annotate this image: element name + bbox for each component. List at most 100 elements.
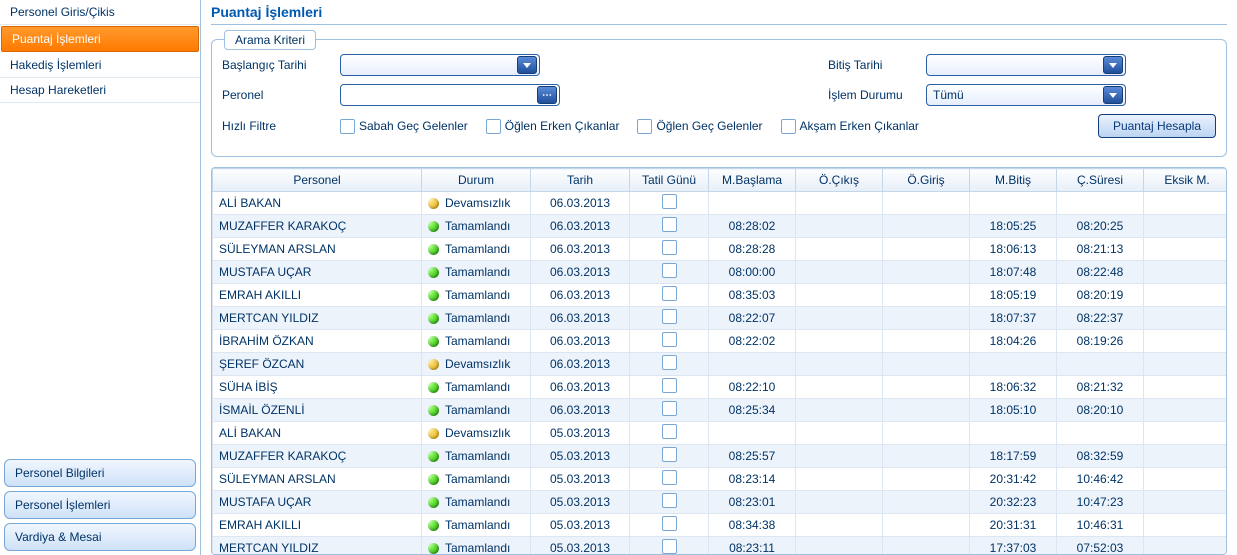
cell-tatil: [630, 353, 709, 376]
table-row[interactable]: İSMAİL ÖZENLİTamamlandı06.03.201308:25:3…: [213, 399, 1228, 422]
cell-mbitis: 18:05:19: [970, 284, 1057, 307]
checkbox-icon[interactable]: [662, 447, 677, 462]
column-header[interactable]: M.Bitiş: [970, 169, 1057, 192]
chevron-down-icon[interactable]: [1103, 86, 1123, 104]
checkbox-icon[interactable]: [662, 332, 677, 347]
table-row[interactable]: MUZAFFER KARAKOÇTamamlandı06.03.201308:2…: [213, 215, 1228, 238]
end-date-combo[interactable]: [926, 54, 1126, 76]
column-header[interactable]: Tarih: [531, 169, 630, 192]
accordion-header[interactable]: Vardiya & Mesai: [4, 523, 196, 551]
cell-mbitis: 20:31:42: [970, 468, 1057, 491]
checkbox-icon[interactable]: [662, 263, 677, 278]
sidebar-item[interactable]: Personel Giris/Çikis: [0, 0, 200, 25]
table-row[interactable]: ALİ BAKANDevamsızlık06.03.2013: [213, 192, 1228, 215]
table-row[interactable]: EMRAH AKILLITamamlandı06.03.201308:35:03…: [213, 284, 1228, 307]
cell-csuresi: 08:22:37: [1057, 307, 1144, 330]
cell-tatil: [630, 445, 709, 468]
cell-personel: SÜLEYMAN ARSLAN: [213, 238, 422, 261]
cell-tatil: [630, 399, 709, 422]
checkbox-icon[interactable]: [662, 516, 677, 531]
cell-eksik: [1144, 238, 1228, 261]
column-header[interactable]: Durum: [422, 169, 531, 192]
cell-eksik: [1144, 376, 1228, 399]
cell-tatil: [630, 307, 709, 330]
cell-ocikis: [796, 215, 883, 238]
checkbox-icon[interactable]: [662, 539, 677, 554]
cell-ogiris: [883, 215, 970, 238]
checkbox-label: Öğlen Erken Çıkanlar: [505, 119, 620, 133]
checkbox-icon[interactable]: [662, 194, 677, 209]
status-dot-icon: [428, 198, 439, 209]
cell-durum: Tamamlandı: [422, 491, 531, 514]
quick-filter-checkbox[interactable]: Öğlen Erken Çıkanlar: [486, 119, 620, 134]
column-header[interactable]: Ö.Çıkış: [796, 169, 883, 192]
checkbox-icon[interactable]: [662, 217, 677, 232]
column-header[interactable]: Ö.Giriş: [883, 169, 970, 192]
quick-filter-checkbox[interactable]: Akşam Erken Çıkanlar: [781, 119, 919, 134]
checkbox-icon: [340, 119, 355, 134]
cell-mbaslama: 08:34:38: [709, 514, 796, 537]
personel-picker[interactable]: ⋯: [340, 84, 560, 106]
cell-mbaslama: 08:35:03: [709, 284, 796, 307]
quick-filter-checkbox[interactable]: Sabah Geç Gelenler: [340, 119, 468, 134]
status-dot-icon: [428, 382, 439, 393]
table-row[interactable]: ŞEREF ÖZCANDevamsızlık06.03.2013: [213, 353, 1228, 376]
checkbox-icon[interactable]: [662, 401, 677, 416]
cell-csuresi: 08:20:10: [1057, 399, 1144, 422]
checkbox-icon[interactable]: [662, 424, 677, 439]
status-dot-icon: [428, 497, 439, 508]
quick-filter-checkbox[interactable]: Öğlen Geç Gelenler: [637, 119, 762, 134]
cell-ocikis: [796, 537, 883, 555]
table-row[interactable]: SÜLEYMAN ARSLANTamamlandı06.03.201308:28…: [213, 238, 1228, 261]
checkbox-icon[interactable]: [662, 240, 677, 255]
app-root: Personel Giris/ÇikisPuantaj İşlemleriHak…: [0, 0, 1237, 555]
cell-durum: Tamamlandı: [422, 330, 531, 353]
table-row[interactable]: MUSTAFA UÇARTamamlandı05.03.201308:23:01…: [213, 491, 1228, 514]
column-header[interactable]: Personel: [213, 169, 422, 192]
accordion-header[interactable]: Personel Bilgileri: [4, 459, 196, 487]
column-header[interactable]: Tatil Günü: [630, 169, 709, 192]
sidebar-item[interactable]: Hakediş İşlemleri: [0, 53, 200, 78]
cell-ocikis: [796, 238, 883, 261]
sidebar-item[interactable]: Hesap Hareketleri: [0, 78, 200, 103]
checkbox-icon[interactable]: [662, 470, 677, 485]
checkbox-icon[interactable]: [662, 355, 677, 370]
cell-ocikis: [796, 330, 883, 353]
chevron-down-icon[interactable]: [517, 56, 537, 74]
cell-ogiris: [883, 399, 970, 422]
checkbox-icon[interactable]: [662, 378, 677, 393]
sidebar-item[interactable]: Puantaj İşlemleri: [1, 26, 199, 52]
start-date-combo[interactable]: [340, 54, 540, 76]
table-row[interactable]: MUSTAFA UÇARTamamlandı06.03.201308:00:00…: [213, 261, 1228, 284]
column-header[interactable]: Eksik M.: [1144, 169, 1228, 192]
column-header[interactable]: M.Başlama: [709, 169, 796, 192]
grid-body: ALİ BAKANDevamsızlık06.03.2013MUZAFFER K…: [213, 192, 1228, 555]
ellipsis-icon[interactable]: ⋯: [537, 86, 557, 104]
cell-tarih: 06.03.2013: [531, 284, 630, 307]
cell-ocikis: [796, 261, 883, 284]
cell-mbitis: 18:06:32: [970, 376, 1057, 399]
accordion-header[interactable]: Personel İşlemleri: [4, 491, 196, 519]
grid-wrap: PersonelDurumTarihTatil GünüM.BaşlamaÖ.Ç…: [211, 167, 1227, 555]
table-row[interactable]: EMRAH AKILLITamamlandı05.03.201308:34:38…: [213, 514, 1228, 537]
table-row[interactable]: SÜLEYMAN ARSLANTamamlandı05.03.201308:23…: [213, 468, 1228, 491]
table-row[interactable]: MUZAFFER KARAKOÇTamamlandı05.03.201308:2…: [213, 445, 1228, 468]
table-row[interactable]: SÜHA İBİŞTamamlandı06.03.201308:22:1018:…: [213, 376, 1228, 399]
table-row[interactable]: İBRAHİM ÖZKANTamamlandı06.03.201308:22:0…: [213, 330, 1228, 353]
table-row[interactable]: ALİ BAKANDevamsızlık05.03.2013: [213, 422, 1228, 445]
status-combo[interactable]: Tümü: [926, 84, 1126, 106]
table-row[interactable]: MERTCAN YILDIZTamamlandı06.03.201308:22:…: [213, 307, 1228, 330]
cell-durum: Tamamlandı: [422, 238, 531, 261]
table-row[interactable]: MERTCAN YILDIZTamamlandı05.03.201308:23:…: [213, 537, 1228, 555]
cell-mbitis: 18:04:26: [970, 330, 1057, 353]
cell-mbitis: 18:05:25: [970, 215, 1057, 238]
checkbox-icon[interactable]: [662, 493, 677, 508]
column-header[interactable]: Ç.Süresi: [1057, 169, 1144, 192]
cell-csuresi: 07:52:03: [1057, 537, 1144, 555]
chevron-down-icon[interactable]: [1103, 56, 1123, 74]
checkbox-icon[interactable]: [662, 309, 677, 324]
checkbox-icon[interactable]: [662, 286, 677, 301]
calculate-button[interactable]: Puantaj Hesapla: [1098, 114, 1216, 138]
cell-ocikis: [796, 422, 883, 445]
cell-ogiris: [883, 307, 970, 330]
